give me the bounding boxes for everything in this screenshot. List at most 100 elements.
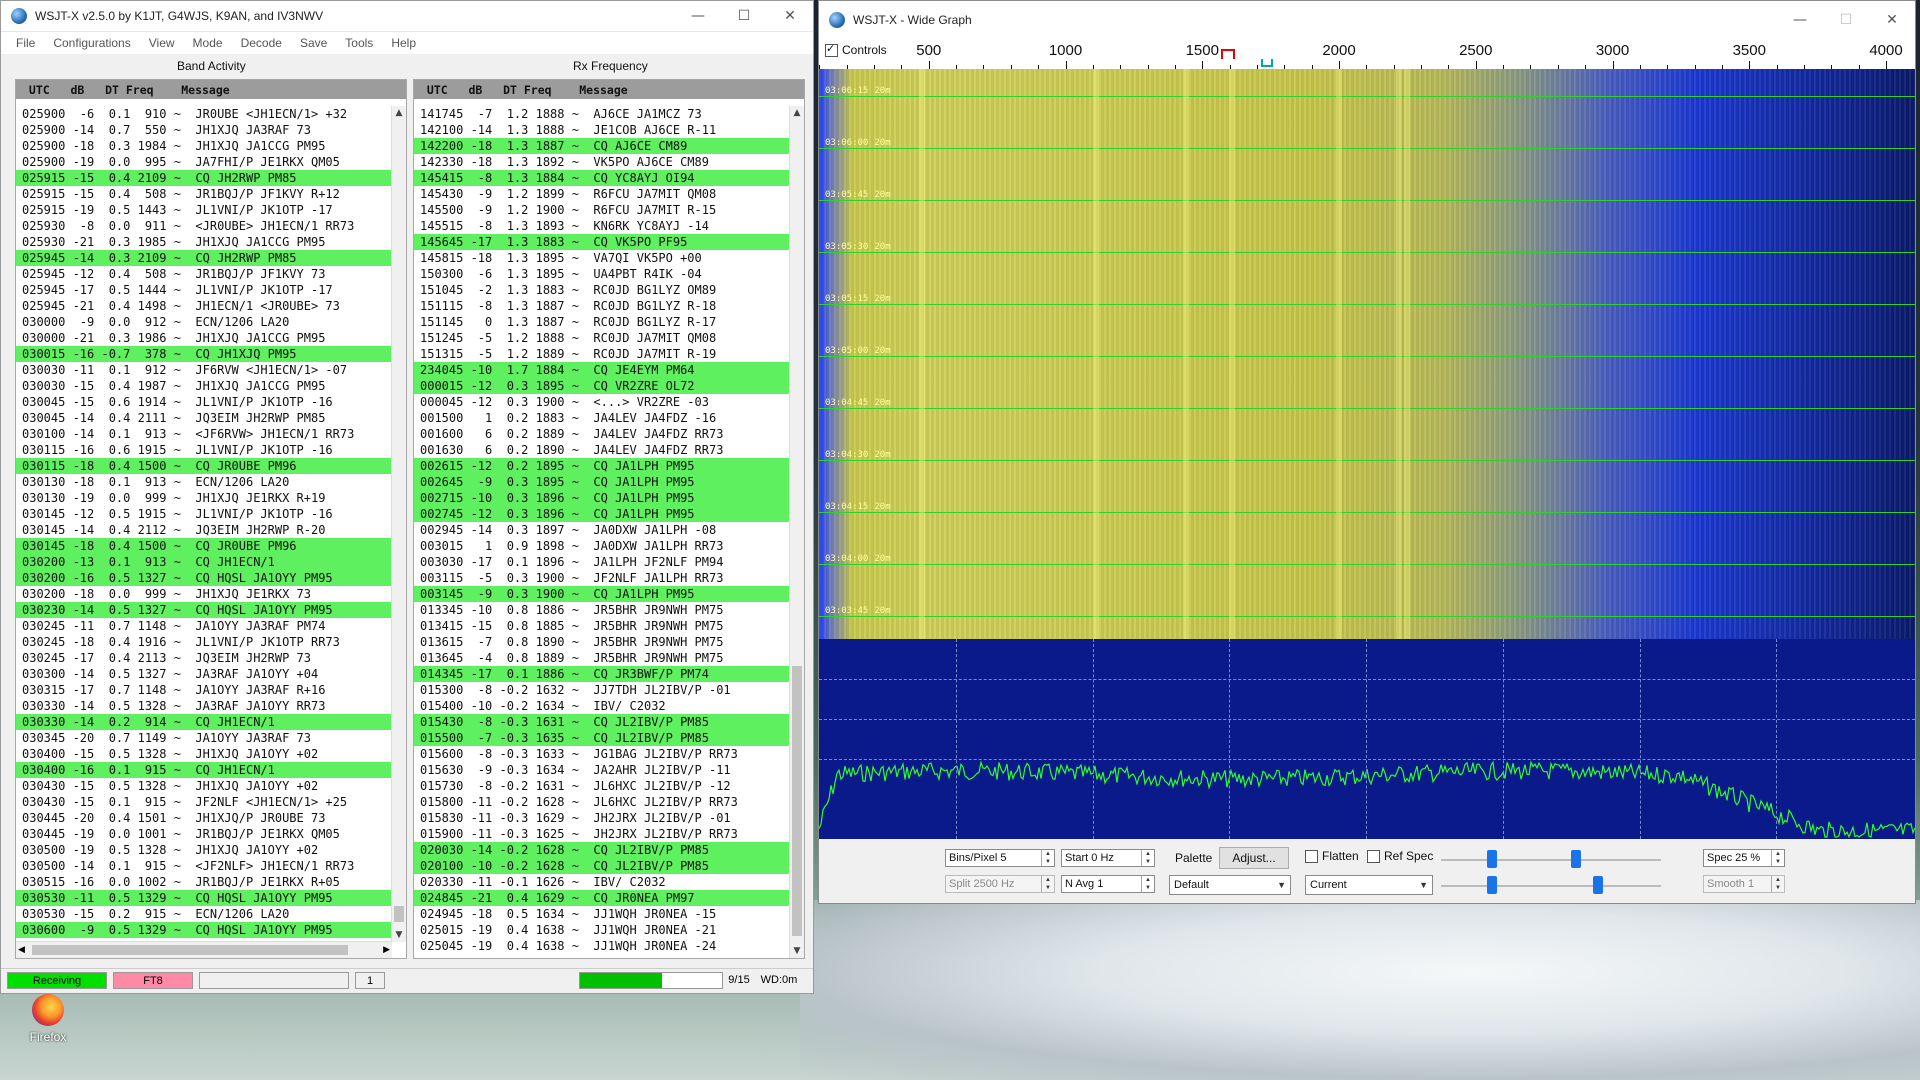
decode-row[interactable]: 030430 -15 0.5 1328 ~ JH1XJQ JA1OYY +02: [16, 778, 392, 794]
band-activity-scrollbar[interactable]: ▲ ▼: [391, 106, 406, 942]
decode-row[interactable]: 003015 1 0.9 1898 ~ JA0DXW JA1LPH RR73: [414, 538, 790, 554]
cq-decode-row[interactable]: 002745 -12 0.3 1896 ~ CQ JA1LPH PM95: [414, 506, 790, 522]
rx-frequency-scrollbar[interactable]: ▲ ▼: [789, 106, 804, 958]
close-button[interactable]: ✕: [1869, 5, 1915, 35]
spectrum-display[interactable]: [819, 639, 1915, 839]
decode-row[interactable]: 015400 -10 -0.2 1634 ~ IBV/ C2032: [414, 698, 790, 714]
decode-row[interactable]: 025930 -8 0.0 911 ~ <JR0UBE> JH1ECN/1 RR…: [16, 218, 392, 234]
decode-row[interactable]: 015630 -9 -0.3 1634 ~ JA2AHR JL2IBV/P -1…: [414, 762, 790, 778]
cq-decode-row[interactable]: 030230 -14 0.5 1327 ~ CQ HQSL JA1OYY PM9…: [16, 602, 392, 618]
spin-arrows-icon[interactable]: ▲ ▼: [1771, 850, 1784, 866]
checkbox-icon[interactable]: [825, 42, 838, 58]
decode-row[interactable]: 003115 -5 0.3 1900 ~ JF2NLF JA1LPH RR73: [414, 570, 790, 586]
spin-arrows-icon[interactable]: ▲ ▼: [1041, 850, 1054, 866]
decode-row[interactable]: 015300 -8 -0.2 1632 ~ JJ7TDH JL2IBV/P -0…: [414, 682, 790, 698]
menu-view[interactable]: View: [140, 36, 184, 50]
cq-decode-row[interactable]: 025915 -15 0.4 2109 ~ CQ JH2RWP PM85: [16, 170, 392, 186]
decode-row[interactable]: 025900 -6 0.1 910 ~ JR0UBE <JH1ECN/1> +3…: [16, 106, 392, 122]
decode-row[interactable]: 020330 -11 -0.1 1626 ~ IBV/ C2032: [414, 874, 790, 890]
scroll-right-icon[interactable]: ▶: [383, 942, 390, 958]
rx-frequency-list[interactable]: UTC dB DT Freq Message 141745 -7 1.2 188…: [413, 79, 805, 959]
cq-decode-row[interactable]: 030145 -18 0.4 1500 ~ CQ JR0UBE PM96: [16, 538, 392, 554]
decode-row[interactable]: 013345 -10 0.8 1886 ~ JR5BHR JR9NWH PM75: [414, 602, 790, 618]
band-activity-rows[interactable]: 025900 -6 0.1 910 ~ JR0UBE <JH1ECN/1> +3…: [16, 106, 392, 942]
close-button[interactable]: ✕: [767, 1, 813, 31]
palette-combo[interactable]: Default ▼: [1169, 875, 1291, 895]
decode-row[interactable]: 030045 -15 0.6 1914 ~ JL1VNI/P JK1OTP -1…: [16, 394, 392, 410]
gain-slider-thumb[interactable]: [1487, 850, 1497, 868]
decode-row[interactable]: 145430 -9 1.2 1899 ~ R6FCU JA7MIT QM08: [414, 186, 790, 202]
scroll-down-icon[interactable]: ▼: [392, 928, 406, 942]
cq-decode-row[interactable]: 030600 -9 0.5 1329 ~ CQ HQSL JA1OYY PM95: [16, 922, 392, 938]
decode-row[interactable]: 025945 -12 0.4 508 ~ JR1BQJ/P JF1KVY 73: [16, 266, 392, 282]
decode-row[interactable]: 030200 -18 0.0 999 ~ JH1XJQ JE1RKX 73: [16, 586, 392, 602]
cq-decode-row[interactable]: 145645 -17 1.3 1883 ~ CQ VK5PO PF95: [414, 234, 790, 250]
decode-row[interactable]: 030430 -15 0.1 915 ~ JF2NLF <JH1ECN/1> +…: [16, 794, 392, 810]
cq-decode-row[interactable]: 002645 -9 0.3 1895 ~ CQ JA1LPH PM95: [414, 474, 790, 490]
menu-file[interactable]: File: [7, 36, 44, 50]
decode-row[interactable]: 030030 -11 0.1 912 ~ JF6RVW <JH1ECN/1> -…: [16, 362, 392, 378]
decode-row[interactable]: 030315 -17 0.7 1148 ~ JA1OYY JA3RAF R+16: [16, 682, 392, 698]
zero-slider-thumb[interactable]: [1571, 850, 1581, 868]
bins-per-pixel-spinbox[interactable]: Bins/Pixel 5 ▲ ▼: [945, 849, 1055, 867]
start-freq-spinbox[interactable]: Start 0 Hz ▲ ▼: [1061, 849, 1155, 867]
decode-row[interactable]: 030130 -18 0.1 913 ~ ECN/1206 LA20: [16, 474, 392, 490]
rx-frequency-rows[interactable]: 141745 -7 1.2 1888 ~ AJ6CE JA1MCZ 73 1421…: [414, 106, 790, 958]
decode-row[interactable]: 030330 -14 0.5 1328 ~ JA3RAF JA1OYY RR73: [16, 698, 392, 714]
controls-checkbox[interactable]: Controls: [825, 42, 887, 58]
decode-row[interactable]: 030130 -19 0.0 999 ~ JH1XJQ JE1RKX R+19: [16, 490, 392, 506]
cq-decode-row[interactable]: 002715 -10 0.3 1896 ~ CQ JA1LPH PM95: [414, 490, 790, 506]
decode-row[interactable]: 025930 -21 0.3 1985 ~ JH1XJQ JA1CCG PM95: [16, 234, 392, 250]
decode-row[interactable]: 141745 -7 1.2 1888 ~ AJ6CE JA1MCZ 73: [414, 106, 790, 122]
decode-row[interactable]: 151315 -5 1.2 1889 ~ RC0JD JA7MIT R-19: [414, 346, 790, 362]
cq-decode-row[interactable]: 014345 -17 0.1 1886 ~ CQ JR3BWF/P PM74: [414, 666, 790, 682]
decode-row[interactable]: 145500 -9 1.2 1900 ~ R6FCU JA7MIT R-15: [414, 202, 790, 218]
cq-decode-row[interactable]: 030200 -16 0.5 1327 ~ CQ HQSL JA1OYY PM9…: [16, 570, 392, 586]
menu-help[interactable]: Help: [382, 36, 425, 50]
maximize-button[interactable]: ☐: [1823, 5, 1869, 35]
cq-decode-row[interactable]: 015430 -8 -0.3 1631 ~ CQ JL2IBV/P PM85: [414, 714, 790, 730]
decode-row[interactable]: 024945 -18 0.5 1634 ~ JJ1WQH JR0NEA -15: [414, 906, 790, 922]
cq-decode-row[interactable]: 030330 -14 0.2 914 ~ CQ JH1ECN/1: [16, 714, 392, 730]
minimize-button[interactable]: —: [675, 1, 721, 31]
decode-row[interactable]: 025900 -18 0.3 1984 ~ JH1XJQ JA1CCG PM95: [16, 138, 392, 154]
decode-row[interactable]: 025045 -19 0.4 1638 ~ JJ1WQH JR0NEA -24: [414, 938, 790, 954]
cq-decode-row[interactable]: 020100 -10 -0.2 1628 ~ CQ JL2IBV/P PM85: [414, 858, 790, 874]
decode-row[interactable]: 030445 -19 0.0 1001 ~ JR1BQJ/P JE1RKX QM…: [16, 826, 392, 842]
checkbox-icon[interactable]: [1305, 850, 1318, 864]
decode-row[interactable]: 145515 -8 1.3 1893 ~ KN6RK YC8AYJ -14: [414, 218, 790, 234]
decode-row[interactable]: 151045 -2 1.3 1883 ~ RC0JD BG1LYZ OM89: [414, 282, 790, 298]
ref-spec-checkbox[interactable]: Ref Spec: [1367, 849, 1433, 864]
cq-decode-row[interactable]: 025945 -14 0.3 2109 ~ CQ JH2RWP PM85: [16, 250, 392, 266]
decode-row[interactable]: 003030 -17 0.1 1896 ~ JA1LPH JF2NLF PM94: [414, 554, 790, 570]
decode-row[interactable]: 151115 -8 1.3 1887 ~ RC0JD BG1LYZ R-18: [414, 298, 790, 314]
scroll-down-icon[interactable]: ▼: [790, 944, 804, 958]
decode-row[interactable]: 025945 -21 0.4 1498 ~ JH1ECN/1 <JR0UBE> …: [16, 298, 392, 314]
decode-row[interactable]: 030045 -14 0.4 2111 ~ JQ3EIM JH2RWP PM85: [16, 410, 392, 426]
scroll-thumb[interactable]: [792, 666, 802, 936]
decode-row[interactable]: 030000 -21 0.3 1986 ~ JH1XJQ JA1CCG PM95: [16, 330, 392, 346]
decode-row[interactable]: 030345 -20 0.7 1149 ~ JA1OYY JA3RAF 73: [16, 730, 392, 746]
menu-configurations[interactable]: Configurations: [44, 36, 139, 50]
cq-decode-row[interactable]: 015500 -7 -0.3 1635 ~ CQ JL2IBV/P PM85: [414, 730, 790, 746]
minimize-button[interactable]: —: [1777, 5, 1823, 35]
decode-row[interactable]: 145815 -18 1.3 1895 ~ VA7QI VK5PO +00: [414, 250, 790, 266]
cq-decode-row[interactable]: 234045 -10 1.7 1884 ~ CQ JE4EYM PM64: [414, 362, 790, 378]
spec-percent-spinbox[interactable]: Spec 25 % ▲ ▼: [1703, 849, 1785, 867]
tx-frequency-marker[interactable]: [1261, 59, 1273, 67]
cq-decode-row[interactable]: 003145 -9 0.3 1900 ~ CQ JA1LPH PM95: [414, 586, 790, 602]
n-avg-spinbox[interactable]: N Avg 1 ▲ ▼: [1061, 875, 1155, 893]
spec-gain-slider-track[interactable]: [1441, 885, 1661, 887]
decode-row[interactable]: 000045 -12 0.3 1900 ~ <...> VR2ZRE -03: [414, 394, 790, 410]
maximize-button[interactable]: ☐: [721, 1, 767, 31]
band-activity-list[interactable]: UTC dB DT Freq Message 025900 -6 0.1 910…: [15, 79, 407, 959]
cq-decode-row[interactable]: 002615 -12 0.2 1895 ~ CQ JA1LPH PM95: [414, 458, 790, 474]
decode-row[interactable]: 015730 -8 -0.2 1631 ~ JL6HXC JL2IBV/P -1…: [414, 778, 790, 794]
rx-frequency-marker[interactable]: [1221, 49, 1235, 59]
decode-row[interactable]: 030530 -15 0.2 915 ~ ECN/1206 LA20: [16, 906, 392, 922]
decode-row[interactable]: 013645 -4 0.8 1889 ~ JR5BHR JR9NWH PM75: [414, 650, 790, 666]
cq-decode-row[interactable]: 030200 -13 0.1 913 ~ CQ JH1ECN/1: [16, 554, 392, 570]
waterfall-display[interactable]: 03:06:15 20m 03:06:00 20m 03:05:45 20m 03:05:3…: [819, 69, 1915, 639]
decode-row[interactable]: 151145 0 1.3 1887 ~ RC0JD BG1LYZ R-17: [414, 314, 790, 330]
cq-decode-row[interactable]: 030015 -16 -0.7 378 ~ CQ JH1XJQ PM95: [16, 346, 392, 362]
